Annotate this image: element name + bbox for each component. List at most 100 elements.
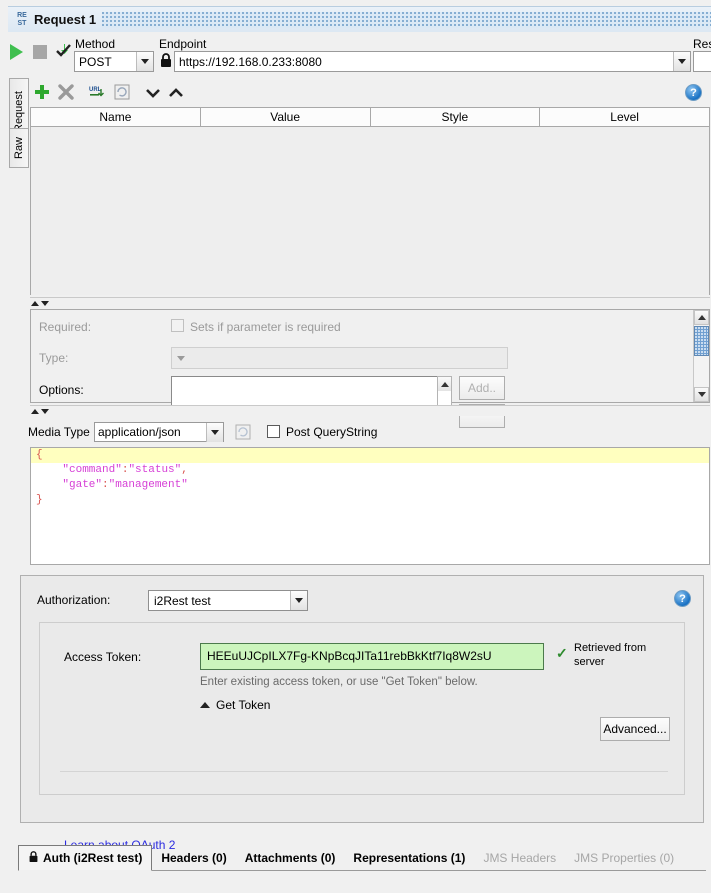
check-icon: ✓: [556, 645, 568, 661]
parameters-table-body[interactable]: [31, 127, 709, 295]
help-icon[interactable]: ?: [685, 84, 702, 101]
required-checkbox-label: Sets if parameter is required: [190, 320, 341, 334]
tab-representations-label: Representations (1): [353, 850, 466, 865]
splitter-params[interactable]: [30, 297, 710, 308]
tab-headers-label: Headers (0): [161, 850, 227, 865]
submit-check-icon[interactable]: [55, 42, 73, 60]
section-divider: [60, 771, 668, 772]
tab-representations[interactable]: Representations (1): [344, 845, 474, 870]
method-select[interactable]: POST: [74, 51, 154, 72]
run-request-button[interactable]: [10, 44, 23, 60]
body-value-status: "status": [128, 464, 182, 476]
options-label: Options:: [39, 383, 84, 397]
required-checkbox[interactable]: [171, 319, 184, 332]
splitter-collapse-down-icon[interactable]: [41, 408, 49, 414]
method-label: Method: [75, 37, 116, 51]
titlebar-drag-grip[interactable]: [102, 11, 711, 28]
authorization-label: Authorization:: [37, 593, 111, 607]
body-value-management: "management": [108, 479, 188, 491]
rest-badge-icon: RE ST: [12, 9, 32, 31]
splitter-collapse-up-icon[interactable]: [31, 300, 39, 306]
column-header-name[interactable]: Name: [31, 108, 201, 127]
body-key-gate: "gate": [62, 479, 103, 491]
authorization-profile-value: i2Rest test: [154, 593, 211, 608]
x-icon[interactable]: [58, 84, 74, 103]
body-comma: ,: [181, 464, 188, 476]
plus-icon[interactable]: [34, 84, 50, 103]
stop-request-button[interactable]: [33, 45, 47, 59]
body-key-command: "command": [62, 464, 122, 476]
required-label: Required:: [39, 320, 92, 334]
access-token-hint: Enter existing access token, or use "Get…: [200, 676, 478, 688]
tab-jms-properties[interactable]: JMS Properties (0): [565, 845, 683, 870]
tab-jms-headers-label: JMS Headers: [483, 850, 557, 865]
lock-icon: [159, 52, 173, 68]
parameters-table-header: Name Value Style Level: [31, 108, 709, 127]
media-type-select[interactable]: application/json: [94, 422, 224, 442]
scroll-up-icon[interactable]: [694, 310, 709, 325]
splitter-detail[interactable]: [30, 405, 710, 416]
get-token-toggle[interactable]: Get Token: [200, 698, 270, 712]
chevron-up-icon: [200, 702, 210, 708]
window-title: Request 1: [34, 12, 97, 27]
chevron-down-icon: [172, 348, 189, 368]
column-header-value[interactable]: Value: [200, 108, 371, 127]
media-type-value: application/json: [98, 425, 181, 439]
body-open-brace: {: [36, 449, 43, 461]
authorization-panel: Authorization: i2Rest test ? Access Toke…: [20, 575, 704, 852]
add-option-button[interactable]: Add..: [459, 376, 505, 400]
params-toolbar: URL ?: [30, 80, 702, 106]
column-header-style[interactable]: Style: [370, 108, 541, 127]
body-line-3: "gate":"management": [31, 478, 709, 493]
tab-auth[interactable]: Auth (i2Rest test): [18, 845, 153, 871]
tab-jms-properties-label: JMS Properties (0): [574, 850, 675, 865]
scrollbar-thumb[interactable]: [694, 326, 709, 356]
tab-attachments-label: Attachments (0): [244, 850, 336, 865]
format-icon[interactable]: [234, 423, 252, 441]
body-line-4: }: [31, 493, 709, 508]
help-icon[interactable]: ?: [674, 590, 691, 607]
chevron-up-icon[interactable]: [169, 87, 183, 101]
rest-request-editor: RE ST Request 1 Method POST Endpoint htt…: [0, 0, 711, 893]
access-token-input[interactable]: HEEuUJCpILX7Fg-KNpBcqJITa11rebBkKtf7Iq8W…: [200, 643, 544, 670]
media-type-label: Media Type: [28, 425, 90, 439]
body-colon: :: [102, 479, 109, 491]
type-select[interactable]: [171, 347, 508, 369]
endpoint-select[interactable]: https://192.168.0.233:8080: [174, 51, 691, 72]
type-label: Type:: [39, 351, 69, 365]
refresh-icon[interactable]: [114, 84, 130, 103]
body-line-1: {: [31, 448, 709, 463]
resource-field[interactable]: [693, 51, 711, 72]
advanced-button[interactable]: Advanced...: [600, 717, 670, 741]
authorization-profile-select[interactable]: i2Rest test: [148, 590, 308, 611]
column-header-level[interactable]: Level: [540, 108, 709, 127]
post-querystring-checkbox[interactable]: [267, 425, 280, 438]
scroll-down-icon[interactable]: [694, 387, 709, 402]
parameters-table: Name Value Style Level: [30, 107, 710, 295]
splitter-collapse-up-icon[interactable]: [31, 408, 39, 414]
access-token-label: Access Token:: [64, 650, 142, 664]
tab-auth-label: Auth (i2Rest test): [43, 851, 143, 865]
chevron-down-icon[interactable]: [146, 87, 160, 101]
tab-jms-headers[interactable]: JMS Headers: [474, 845, 565, 870]
bottom-tabstrip: Auth (i2Rest test) Headers (0) Attachmen…: [18, 845, 706, 871]
endpoint-label: Endpoint: [159, 37, 207, 51]
sidebar-tab-raw[interactable]: Raw: [9, 128, 29, 168]
endpoint-value: https://192.168.0.233:8080: [179, 54, 322, 69]
url-icon[interactable]: URL: [89, 84, 107, 103]
token-status-text: Retrieved from server: [574, 642, 647, 668]
chevron-down-icon: [136, 52, 153, 71]
access-token-section: Access Token: HEEuUJCpILX7Fg-KNpBcqJITa1…: [39, 622, 685, 852]
detail-panel-scrollbar[interactable]: [693, 310, 709, 402]
scroll-up-icon[interactable]: [438, 377, 451, 391]
chevron-down-icon: [290, 591, 307, 610]
rest-badge-line1: RE: [17, 11, 27, 19]
body-line-2: "command":"status",: [31, 463, 709, 478]
window-titlebar: RE ST Request 1: [8, 6, 711, 32]
resource-label: Res: [693, 37, 711, 51]
chevron-down-icon: [673, 52, 690, 71]
tab-attachments[interactable]: Attachments (0): [236, 845, 345, 870]
tab-headers[interactable]: Headers (0): [152, 845, 235, 870]
request-body-editor[interactable]: { "command":"status", "gate":"management…: [30, 447, 710, 565]
splitter-collapse-down-icon[interactable]: [41, 300, 49, 306]
